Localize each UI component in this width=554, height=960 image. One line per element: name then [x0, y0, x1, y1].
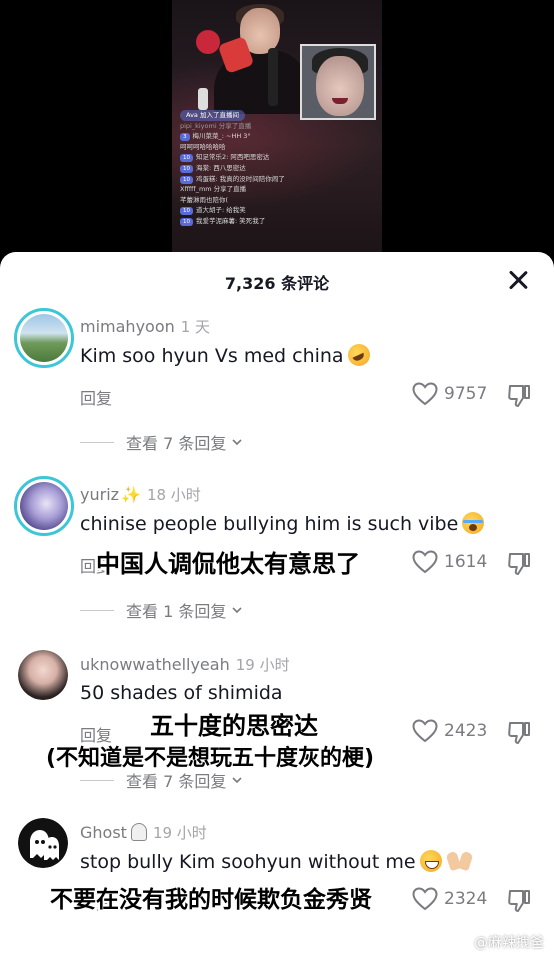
heart-icon	[412, 719, 438, 743]
live-chat-message: Ava 加入了直播间	[180, 110, 380, 121]
live-chat-text: 呵呵呵哈哈哈哈	[180, 142, 226, 151]
comment-time: 19 小时	[235, 656, 290, 674]
live-chat-message: 10 鸡蛋糕: 我真的没时间陪你闹了	[180, 174, 380, 185]
comment-count-title: 7,326 条评论	[224, 274, 330, 293]
live-chat-text: 芊蕾淋雨也陪你(	[180, 195, 229, 204]
dislike-icon[interactable]	[506, 720, 532, 746]
like-button[interactable]: 2423	[412, 719, 487, 743]
level-badge: 10	[180, 207, 193, 216]
live-chat-text: 知足常乐2: 阿西吧思密达	[196, 153, 270, 162]
live-chat-message: 10 道大胡子: 给我笑	[180, 205, 380, 216]
streamer-figure	[192, 4, 310, 114]
close-icon[interactable]	[504, 266, 532, 294]
live-chat-message: 呵呵呵哈哈哈哈	[180, 142, 380, 153]
live-chat-feed: Ava 加入了直播间 pipi_kiyomi 分享了直播 3 梅川菜菜_: ~HH 3…	[180, 110, 380, 227]
like-count: 1614	[444, 552, 488, 572]
live-video-frame: Ava 加入了直播间 pipi_kiyomi 分享了直播 3 梅川菜菜_: ~HH 3…	[172, 0, 382, 262]
chevron-down-icon	[232, 777, 242, 784]
sparkles-icon: ✨	[121, 485, 141, 504]
live-chat-text: 我爱芋泥麻薯: 笑死我了	[196, 216, 266, 225]
ghost-emoji-icon	[130, 823, 147, 841]
level-badge: 10	[180, 217, 193, 226]
like-count: 2324	[444, 889, 488, 909]
level-badge: 10	[180, 175, 193, 184]
comment-username[interactable]: uknowwathellyeah	[80, 655, 230, 674]
overlay-caption: 中国人调侃他太有意思了	[96, 550, 360, 578]
live-chat-message: 芊蕾淋雨也陪你(	[180, 195, 380, 206]
comment-username[interactable]: mimahyoon	[80, 317, 175, 336]
heart-icon	[412, 887, 438, 911]
sheet-header: 7,326 条评论	[0, 252, 554, 308]
comment-text[interactable]: chinise people bullying him is such vibe	[80, 512, 485, 535]
view-replies-button[interactable]: 查看 7 条回复	[80, 430, 244, 454]
live-chat-message: 10 我爱芋泥麻薯: 笑死我了	[180, 216, 380, 227]
like-button[interactable]: 2324	[412, 887, 487, 911]
rofl-emoji-icon	[347, 344, 370, 366]
comment-time: 18 小时	[146, 486, 201, 504]
live-chat-text: Xfffff_mm 分享了直播	[180, 185, 247, 194]
divider	[80, 441, 114, 443]
comment-text[interactable]: stop bully Kim soohyun without me	[80, 850, 474, 873]
live-chat-message: 10 海棠: 西八思密达	[180, 163, 380, 174]
weibo-icon	[452, 935, 470, 949]
live-chat-text: 鸡蛋糕: 我真的没时间陪你闹了	[196, 174, 285, 183]
live-chat-message: Xfffff_mm 分享了直播	[180, 184, 380, 195]
microphone	[268, 48, 278, 106]
level-badge: 10	[180, 164, 193, 173]
level-badge: 3	[180, 133, 190, 142]
grin-emoji-icon	[419, 850, 442, 872]
reply-button[interactable]: 回复	[80, 385, 112, 409]
heart-icon	[412, 382, 438, 406]
chevron-down-icon	[232, 439, 242, 446]
live-video[interactable]: Ava 加入了直播间 pipi_kiyomi 分享了直播 3 梅川菜菜_: ~HH 3…	[0, 0, 554, 262]
live-chat-message: 3 梅川菜菜_: ~HH 3°	[180, 131, 380, 142]
overlay-caption: 五十度的思密达	[150, 712, 318, 740]
divider	[80, 779, 114, 781]
comment-text[interactable]: Kim soo hyun Vs med china	[80, 344, 370, 367]
live-chat-text: Ava 加入了直播间	[180, 110, 245, 121]
like-button[interactable]: 9757	[412, 382, 487, 406]
inset-face-image	[300, 44, 376, 120]
view-replies-button[interactable]: 查看 1 条回复	[80, 598, 244, 622]
weibo-watermark: @麻辣拽爸	[452, 932, 544, 952]
like-count: 2423	[444, 721, 488, 741]
dislike-icon[interactable]	[506, 551, 532, 577]
live-chat-text: 梅川菜菜_: ~HH 3°	[192, 132, 251, 141]
crying-emoji-icon	[462, 512, 485, 534]
overlay-caption: (不知道是不是想玩五十度灰的梗)	[46, 746, 375, 771]
live-chat-message: pipi_kiyomi 分享了直播	[180, 121, 380, 132]
comments-sheet: 7,326 条评论 mimahyoon 1 天 Kim soo hyun Vs m…	[0, 252, 554, 960]
avatar[interactable]	[14, 476, 74, 536]
dislike-icon[interactable]	[506, 888, 532, 914]
like-button[interactable]: 1614	[412, 550, 487, 574]
heart-icon	[412, 550, 438, 574]
live-chat-text: 道大胡子: 给我笑	[196, 206, 246, 215]
live-chat-message: 10 知足常乐2: 阿西吧思密达	[180, 152, 380, 163]
avatar[interactable]	[18, 650, 68, 700]
dislike-icon[interactable]	[506, 383, 532, 409]
avatar[interactable]	[18, 818, 68, 868]
comment-username[interactable]: Ghost	[80, 823, 127, 842]
chevron-down-icon	[232, 607, 242, 614]
comment-text[interactable]: 50 shades of shimida	[80, 682, 283, 704]
comment-time: 1 天	[180, 318, 211, 336]
avatar[interactable]	[14, 308, 74, 368]
comment-time: 19 小时	[152, 824, 207, 842]
live-chat-text: 海棠: 西八思密达	[196, 163, 246, 172]
overlay-caption: 不要在没有我的时候欺负金秀贤	[50, 887, 372, 913]
live-chat-text: pipi_kiyomi 分享了直播	[180, 121, 252, 130]
ghost-avatar-icon	[30, 830, 59, 860]
bottle	[198, 88, 208, 110]
level-badge: 10	[180, 154, 193, 163]
raised-hands-icon	[446, 850, 474, 872]
divider	[80, 609, 114, 611]
like-count: 9757	[444, 384, 488, 404]
comment-username[interactable]: yuriz	[80, 485, 119, 504]
